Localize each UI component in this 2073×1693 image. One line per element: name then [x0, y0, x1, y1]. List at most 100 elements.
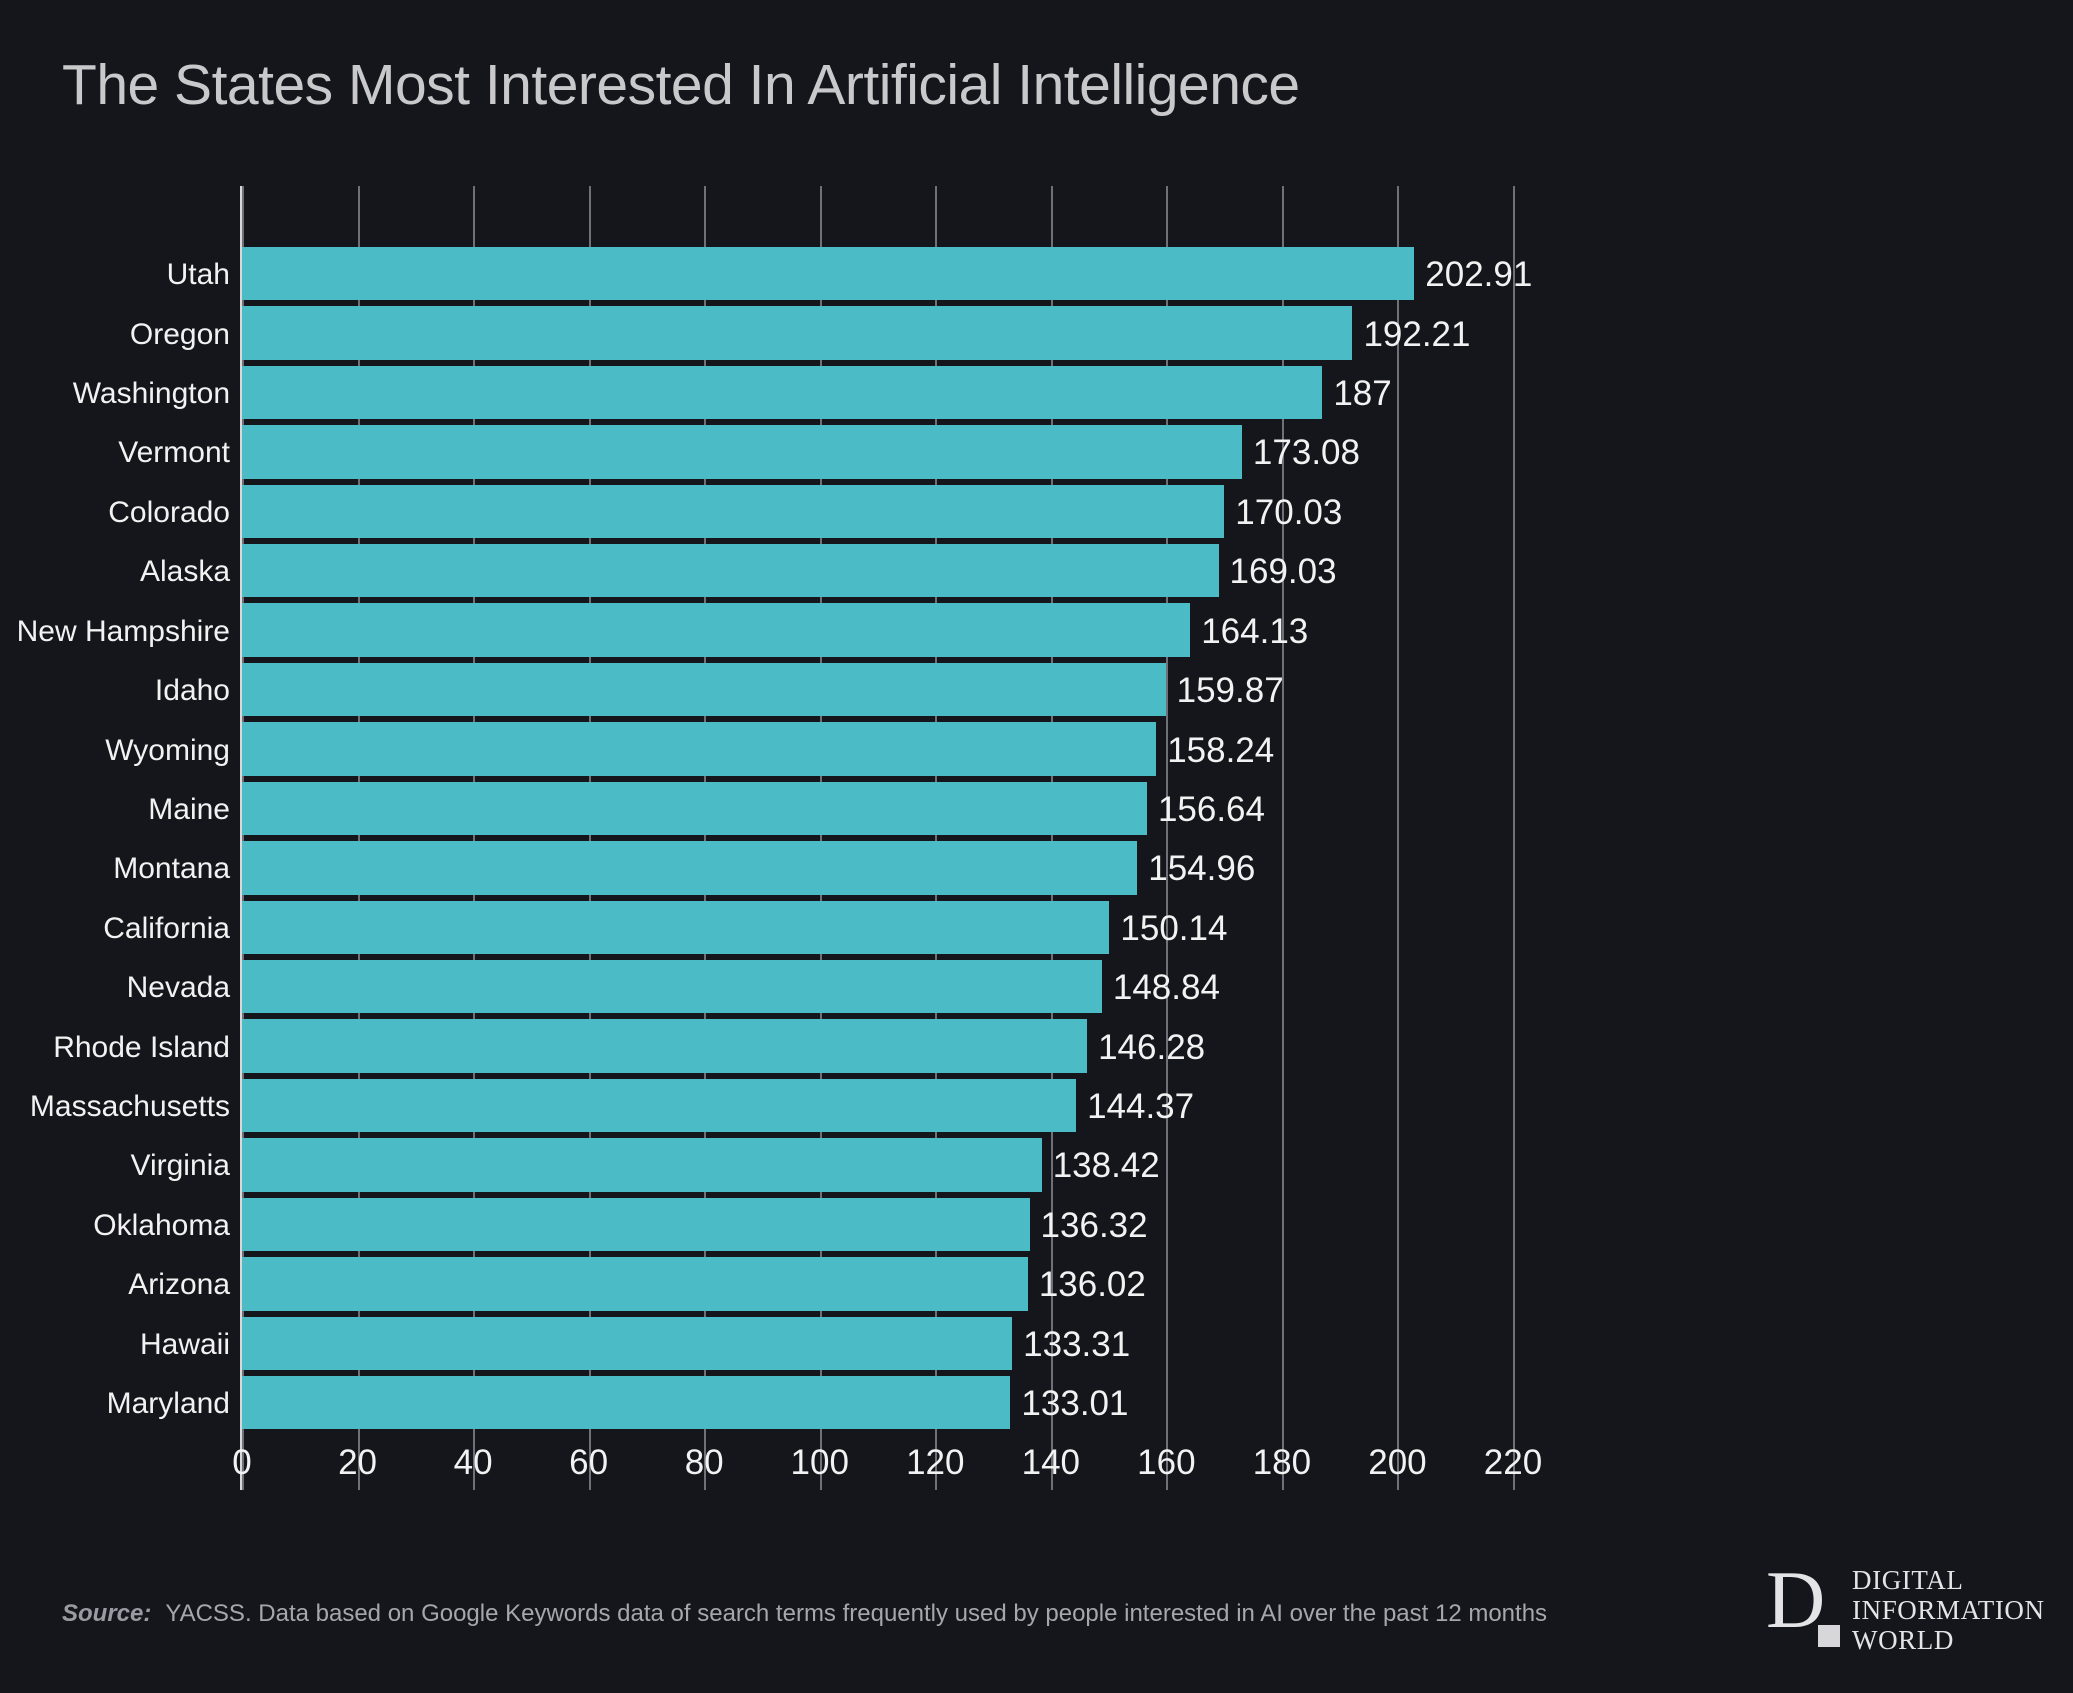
- category-label: Maine: [148, 792, 230, 826]
- x-tick-label: 140: [1021, 1443, 1081, 1482]
- x-tick-label: 80: [684, 1443, 724, 1482]
- bar-value-label: 146.28: [1098, 1027, 1206, 1067]
- bar-value-label: 159.87: [1176, 671, 1284, 711]
- bar-value-label: 187: [1333, 373, 1392, 413]
- bar-value-label: 138.42: [1052, 1146, 1160, 1186]
- bar-row: Idaho 159.87: [155, 661, 1513, 720]
- bar: [242, 662, 1166, 717]
- bar-row: Montana 154.96: [113, 840, 1513, 899]
- x-tick-label: 220: [1483, 1443, 1543, 1482]
- bar: [242, 365, 1323, 420]
- bar-value-label: 136.32: [1040, 1205, 1148, 1245]
- bar: [242, 959, 1102, 1014]
- category-label: Oregon: [129, 317, 230, 351]
- source-label: Source:: [62, 1600, 152, 1627]
- bar: [242, 781, 1147, 836]
- x-tick-label: 200: [1368, 1443, 1427, 1482]
- plot-area: Utah 202.91 Oregon 192.21 Washington 187 Vermo…: [17, 186, 1532, 1490]
- category-label: Nevada: [126, 971, 230, 1005]
- bar: [242, 246, 1415, 301]
- bar: [242, 1257, 1028, 1311]
- digital-information-world-logo: D DIGITAL INFORMATION WORLD: [1766, 1559, 2056, 1675]
- bar-row: Arizona 136.02: [128, 1256, 1513, 1315]
- bar-value-label: 144.37: [1087, 1087, 1195, 1127]
- x-tick-label: 160: [1137, 1443, 1196, 1482]
- bar-value-label: 148.84: [1112, 968, 1220, 1008]
- bar-row: Maine 156.64: [148, 780, 1513, 839]
- logo-line-2: INFORMATION: [1852, 1595, 2045, 1626]
- x-axis-ticks: 0 20 40 60 80 100 120 140 160 180 200 220: [232, 1443, 1542, 1493]
- bar-value-label: 136.02: [1038, 1265, 1146, 1305]
- category-label: Arizona: [128, 1268, 230, 1302]
- x-tick-label: 60: [569, 1443, 609, 1482]
- category-label: Maryland: [106, 1387, 230, 1421]
- bar: [242, 1019, 1088, 1073]
- bar-row: Rhode Island 146.28: [53, 1018, 1513, 1077]
- logo-wordmark: DIGITAL INFORMATION WORLD: [1852, 1565, 2045, 1656]
- bar-value-label: 133.31: [1023, 1324, 1131, 1364]
- bar: [242, 841, 1138, 895]
- bar-row: Colorado 170.03: [108, 483, 1513, 542]
- bar: [242, 900, 1110, 954]
- bar-row: Hawaii 133.31: [140, 1315, 1513, 1374]
- bar: [242, 1197, 1030, 1252]
- x-tick-label: 40: [453, 1443, 493, 1482]
- bar: [242, 544, 1219, 598]
- bar: [242, 306, 1353, 360]
- source-note: Source: YACSS. Data based on Google Keywo…: [62, 1600, 1547, 1628]
- bar-row: Virginia 138.42: [130, 1137, 1513, 1196]
- category-label: Alaska: [139, 555, 230, 589]
- category-label: Massachusetts: [29, 1090, 230, 1124]
- bar-chart: Utah 202.91 Oregon 192.21 Washington 187 Vermo…: [0, 0, 2073, 1520]
- bar: [242, 722, 1157, 776]
- logo-line-1: DIGITAL: [1852, 1565, 1964, 1595]
- bar-row: New Hampshire 164.13: [17, 602, 1513, 661]
- chart-page: The States Most Interested In Artificial…: [0, 0, 2073, 1693]
- bar: [242, 425, 1242, 479]
- bar: [242, 603, 1191, 657]
- bar-row: California 150.14: [103, 899, 1513, 958]
- category-label: Utah: [166, 258, 230, 292]
- logo-line-3: WORLD: [1852, 1625, 1954, 1656]
- bar-value-label: 170.03: [1235, 492, 1343, 532]
- source-text: YACSS. Data based on Google Keywords dat…: [165, 1600, 1548, 1627]
- bar-value-label: 150.14: [1120, 908, 1228, 948]
- x-tick-label: 180: [1252, 1443, 1312, 1482]
- gridline: [1513, 186, 1515, 1490]
- category-label: Hawaii: [139, 1327, 230, 1361]
- x-tick-label: 0: [232, 1443, 252, 1482]
- category-label: Vermont: [118, 436, 230, 470]
- category-label: Oklahoma: [93, 1208, 230, 1242]
- bar: [242, 1078, 1077, 1133]
- category-label: Colorado: [108, 495, 230, 529]
- bar-rows: Utah 202.91 Oregon 192.21 Washington 187 Vermo…: [17, 186, 1532, 1434]
- logo-d-mark: D: [1766, 1554, 1826, 1645]
- bar: [242, 1138, 1042, 1192]
- bar-row: Vermont 173.08: [118, 424, 1513, 483]
- bar-row: Massachusetts 144.37: [30, 1077, 1513, 1136]
- bar-row: Washington 187: [73, 364, 1513, 423]
- x-tick-label: 100: [790, 1443, 849, 1482]
- bar-value-label: 154.96: [1148, 849, 1256, 889]
- bar-value-label: 169.03: [1229, 552, 1337, 592]
- bar-value-label: 173.08: [1252, 433, 1360, 473]
- bar-value-label: 156.64: [1157, 789, 1265, 829]
- bar-row: Wyoming 158.24: [105, 721, 1513, 780]
- bar-row: Utah 202.91: [167, 245, 1532, 304]
- bar: [242, 484, 1225, 539]
- category-label: New Hampshire: [16, 614, 230, 648]
- bar-row: Alaska 169.03: [140, 543, 1513, 602]
- category-label: Wyoming: [105, 733, 230, 767]
- category-label: Virginia: [130, 1149, 230, 1183]
- bar: [242, 1316, 1013, 1370]
- category-label: California: [103, 911, 230, 945]
- x-tick-label: 20: [338, 1443, 377, 1482]
- bar-row: Oregon 192.21: [130, 305, 1513, 364]
- category-label: Rhode Island: [53, 1030, 230, 1064]
- bar-row: Maryland 133.01: [107, 1374, 1513, 1433]
- category-label: Montana: [113, 852, 230, 886]
- x-tick-label: 120: [906, 1443, 965, 1482]
- bar-row: Nevada 148.84: [127, 958, 1513, 1017]
- category-label: Washington: [72, 376, 230, 410]
- bar: [242, 1375, 1011, 1430]
